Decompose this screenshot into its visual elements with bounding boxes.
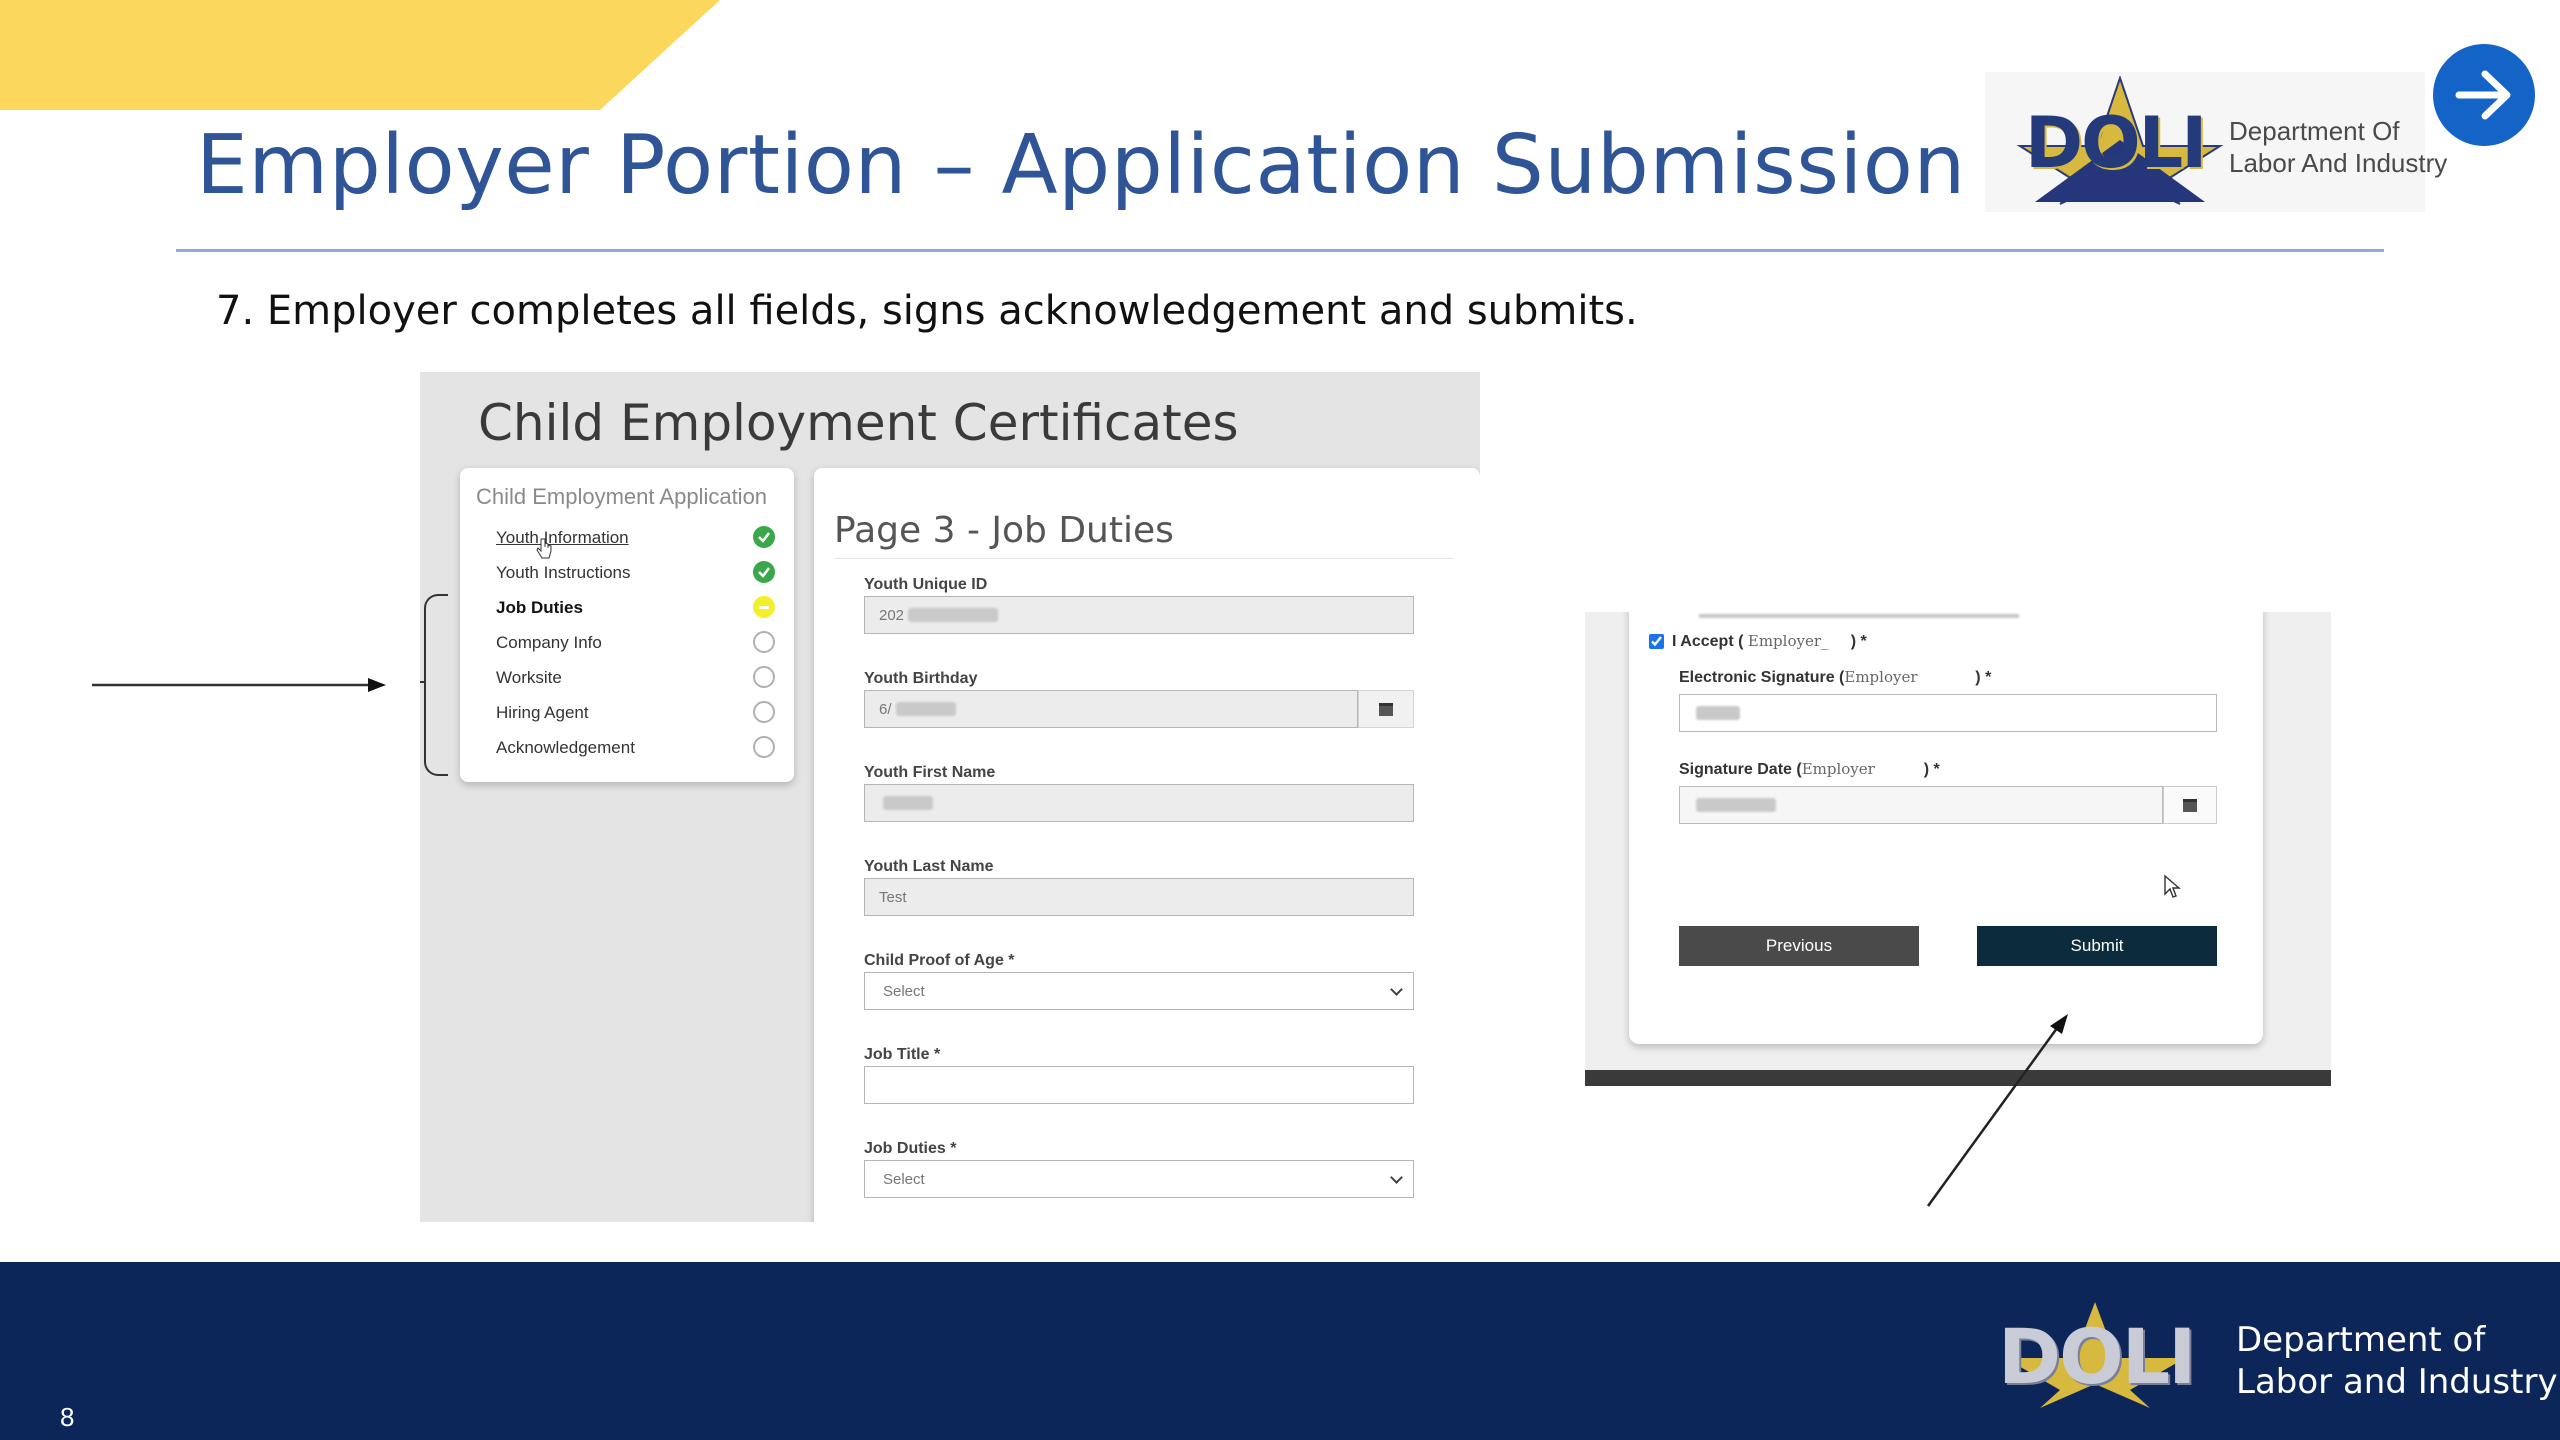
signature-date-calendar-button[interactable] [2163, 786, 2217, 824]
form-heading: Page 3 - Job Duties [834, 510, 1174, 551]
redacted-value [1696, 798, 1776, 812]
app-heading: Child Employment Certificates [478, 394, 1239, 452]
esig-label-text: Electronic Signature ( [1679, 669, 1845, 686]
child-proof-of-age-value: Select [883, 982, 925, 1000]
esig-role: Employer [1844, 668, 1918, 686]
nav-bracket [424, 594, 448, 776]
calendar-icon [2183, 798, 2197, 812]
youth-birthday-label: Youth Birthday [864, 670, 978, 687]
youth-unique-id-label: Youth Unique ID [864, 576, 988, 593]
screenshot-job-duties: Child Employment Certificates Child Empl… [420, 372, 1480, 1222]
doli-logo-word: DOLI [2025, 102, 2207, 184]
complete-check-icon [753, 561, 775, 583]
redacted-value [1696, 706, 1740, 720]
sigdate-label: Signature Date (Employer ) * [1679, 760, 1940, 779]
accept-label-text: I Accept ( [1672, 633, 1744, 650]
youth-last-name-value: Test [879, 888, 907, 906]
annotation-arrow-submit [1926, 1014, 2068, 1207]
logo-dept-line2: Labor And Industry [2229, 148, 2448, 178]
footer-dept-line1: Department of [2236, 1320, 2486, 1360]
chevron-down-icon [1390, 1171, 1403, 1184]
accept-row: I Accept ( Employer_ ) * [1649, 632, 1867, 651]
youth-birthday-value: 6/ [879, 700, 892, 718]
youth-first-name-label: Youth First Name [864, 764, 996, 781]
accept-checkbox[interactable] [1649, 634, 1664, 649]
doli-logo-word-footer: DOLI [1998, 1312, 2196, 1401]
nav-item-youth-information[interactable]: Youth Information [496, 528, 629, 548]
complete-check-icon [753, 526, 775, 548]
electronic-signature-field[interactable] [1679, 694, 2217, 732]
arrow-right-icon [2455, 70, 2511, 120]
accept-suffix: ) * [1850, 633, 1867, 650]
accept-label: I Accept ( Employer_ ) * [1672, 632, 1867, 651]
logo-dept-line1: Department Of [2229, 116, 2400, 146]
incomplete-circle-icon [753, 631, 775, 653]
incomplete-circle-icon [753, 701, 775, 723]
sigdate-role: Employer [1801, 760, 1875, 778]
sigdate-label-text: Signature Date ( [1679, 761, 1802, 778]
form-card: Page 3 - Job Duties Youth Unique ID 202 … [814, 468, 1480, 1222]
nav-item-hiring-agent[interactable]: Hiring Agent [496, 703, 589, 723]
slide-title: Employer Portion – Application Submissio… [196, 118, 1966, 213]
nav-bracket-tick [420, 681, 426, 683]
submit-button[interactable]: Submit [1977, 926, 2217, 966]
nav-item-acknowledgement[interactable]: Acknowledgement [496, 738, 635, 758]
title-divider [176, 249, 2384, 252]
job-duties-value: Select [883, 1170, 925, 1188]
nav-item-worksite[interactable]: Worksite [496, 668, 562, 688]
in-progress-icon [753, 596, 775, 618]
youth-birthday-calendar-button[interactable] [1358, 690, 1414, 728]
job-duties-label: Job Duties * [864, 1140, 957, 1157]
chevron-down-icon [1390, 983, 1403, 996]
youth-last-name-label: Youth Last Name [864, 858, 994, 875]
doli-logo-top: DOLI Department Of Labor And Industry [1985, 72, 2447, 212]
accent-band [0, 0, 720, 110]
next-slide-button[interactable] [2433, 44, 2535, 146]
youth-birthday-field[interactable]: 6/ [864, 690, 1358, 728]
nav-item-job-duties[interactable]: Job Duties [496, 598, 583, 618]
sigdate-suffix: ) * [1923, 761, 1940, 778]
esig-label: Electronic Signature (Employer ) * [1679, 668, 1991, 687]
nav-item-company-info[interactable]: Company Info [496, 633, 602, 653]
acknowledgement-card: I Accept ( Employer_ ) * Electronic Sign… [1629, 612, 2263, 1044]
job-title-field[interactable] [864, 1066, 1414, 1104]
redacted-value [883, 796, 933, 810]
job-title-label: Job Title * [864, 1046, 941, 1063]
redacted-value [908, 608, 999, 622]
incomplete-circle-icon [753, 666, 775, 688]
redacted-value [895, 702, 956, 716]
form-heading-rule [834, 558, 1454, 559]
nav-card: Child Employment Application Youth Infor… [460, 468, 794, 782]
child-proof-of-age-label: Child Proof of Age * [864, 952, 1015, 969]
signature-date-field[interactable] [1679, 786, 2163, 824]
accept-role: Employer_ [1747, 632, 1829, 650]
youth-first-name-field[interactable] [864, 784, 1414, 822]
previous-button[interactable]: Previous [1679, 926, 1919, 966]
step-instruction: 7. Employer completes all fields, signs … [216, 288, 1638, 334]
youth-unique-id-field[interactable]: 202 [864, 596, 1414, 634]
calendar-icon [1379, 702, 1393, 716]
mouse-pointer-icon [2164, 874, 2181, 898]
job-duties-select[interactable]: Select [864, 1160, 1414, 1198]
nav-header: Child Employment Application [476, 484, 768, 509]
child-proof-of-age-select[interactable]: Select [864, 972, 1414, 1010]
footer-bar: DOLI Department of Labor and Industry [0, 1262, 2560, 1440]
cut-off-text [1699, 614, 2019, 618]
youth-last-name-field[interactable]: Test [864, 878, 1414, 916]
nav-item-youth-instructions[interactable]: Youth Instructions [496, 563, 631, 583]
esig-suffix: ) * [1975, 669, 1992, 686]
annotation-arrow-left [92, 678, 386, 692]
page-number: 8 [60, 1402, 75, 1432]
mouse-pointer-icon [536, 538, 552, 559]
footer-dept-line2: Labor and Industry [2236, 1362, 2558, 1402]
youth-unique-id-value: 202 [879, 606, 905, 624]
incomplete-circle-icon [753, 736, 775, 758]
